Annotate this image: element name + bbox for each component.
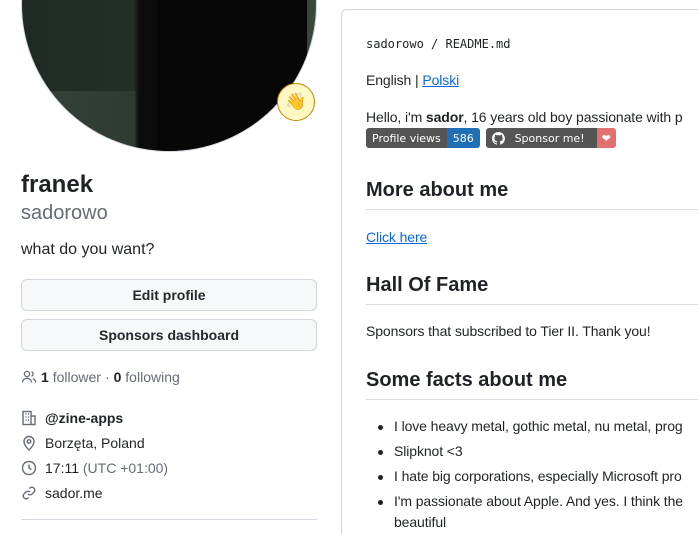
- edit-profile-button[interactable]: Edit profile: [21, 279, 317, 311]
- org-link[interactable]: @zine-apps: [45, 410, 123, 426]
- badges: Profile views 586 Sponsor me! ❤: [366, 128, 698, 148]
- heading-facts: Some facts about me: [366, 369, 698, 400]
- language-switch: English | Polski: [366, 72, 460, 88]
- location-item: Borzęta, Poland: [21, 435, 145, 451]
- profile-views-badge: Profile views 586: [366, 128, 480, 148]
- list-item: I hate big corporations, especially Micr…: [366, 466, 698, 487]
- building-icon: [22, 410, 36, 426]
- readme-card: sadorowo / README.md English | Polski He…: [341, 9, 698, 534]
- org-item: @zine-apps: [21, 410, 123, 426]
- wave-icon: 👋: [285, 92, 307, 111]
- clock-icon: [21, 460, 37, 476]
- click-here-link[interactable]: Click here: [366, 229, 427, 245]
- list-item: I'm passionate about Apple. And yes. I t…: [366, 491, 698, 533]
- people-icon: [21, 370, 37, 383]
- website-link[interactable]: sador.me: [45, 485, 103, 501]
- profile-login: sadorowo: [21, 202, 108, 224]
- heading-hall-of-fame: Hall Of Fame: [366, 274, 698, 305]
- github-icon: [491, 131, 505, 145]
- sponsor-badge[interactable]: Sponsor me! ❤: [485, 128, 616, 148]
- list-item: I love heavy metal, gothic metal, nu met…: [366, 416, 698, 437]
- avatar[interactable]: [21, 0, 317, 152]
- time-item: 17:11 (UTC +01:00): [21, 460, 168, 476]
- status-emoji-button[interactable]: 👋: [277, 83, 315, 121]
- hall-text: Sponsors that subscribed to Tier II. Tha…: [366, 323, 651, 339]
- facts-list: I love heavy metal, gothic metal, nu met…: [366, 416, 698, 533]
- list-item: Slipknot <3: [366, 441, 698, 462]
- follow-stats: 1 follower · 0 following: [21, 369, 180, 385]
- divider: [21, 519, 317, 520]
- heading-more-about-me: More about me: [366, 179, 698, 210]
- sponsors-dashboard-button[interactable]: Sponsors dashboard: [21, 319, 317, 351]
- heart-icon: ❤: [596, 128, 616, 148]
- website-item: sador.me: [21, 485, 103, 501]
- profile-name: franek: [21, 171, 94, 198]
- followers-link[interactable]: 1 follower: [41, 369, 101, 385]
- intro-text: Hello, i'm sador, 16 years old boy passi…: [366, 109, 683, 125]
- readme-breadcrumb: sadorowo / README.md: [366, 37, 511, 51]
- link-icon: [22, 486, 36, 500]
- following-link[interactable]: 0 following: [114, 369, 180, 385]
- profile-bio: what do you want?: [21, 241, 155, 258]
- owner-link[interactable]: sadorowo: [366, 37, 424, 51]
- polski-link[interactable]: Polski: [422, 72, 459, 88]
- location-icon: [23, 435, 35, 451]
